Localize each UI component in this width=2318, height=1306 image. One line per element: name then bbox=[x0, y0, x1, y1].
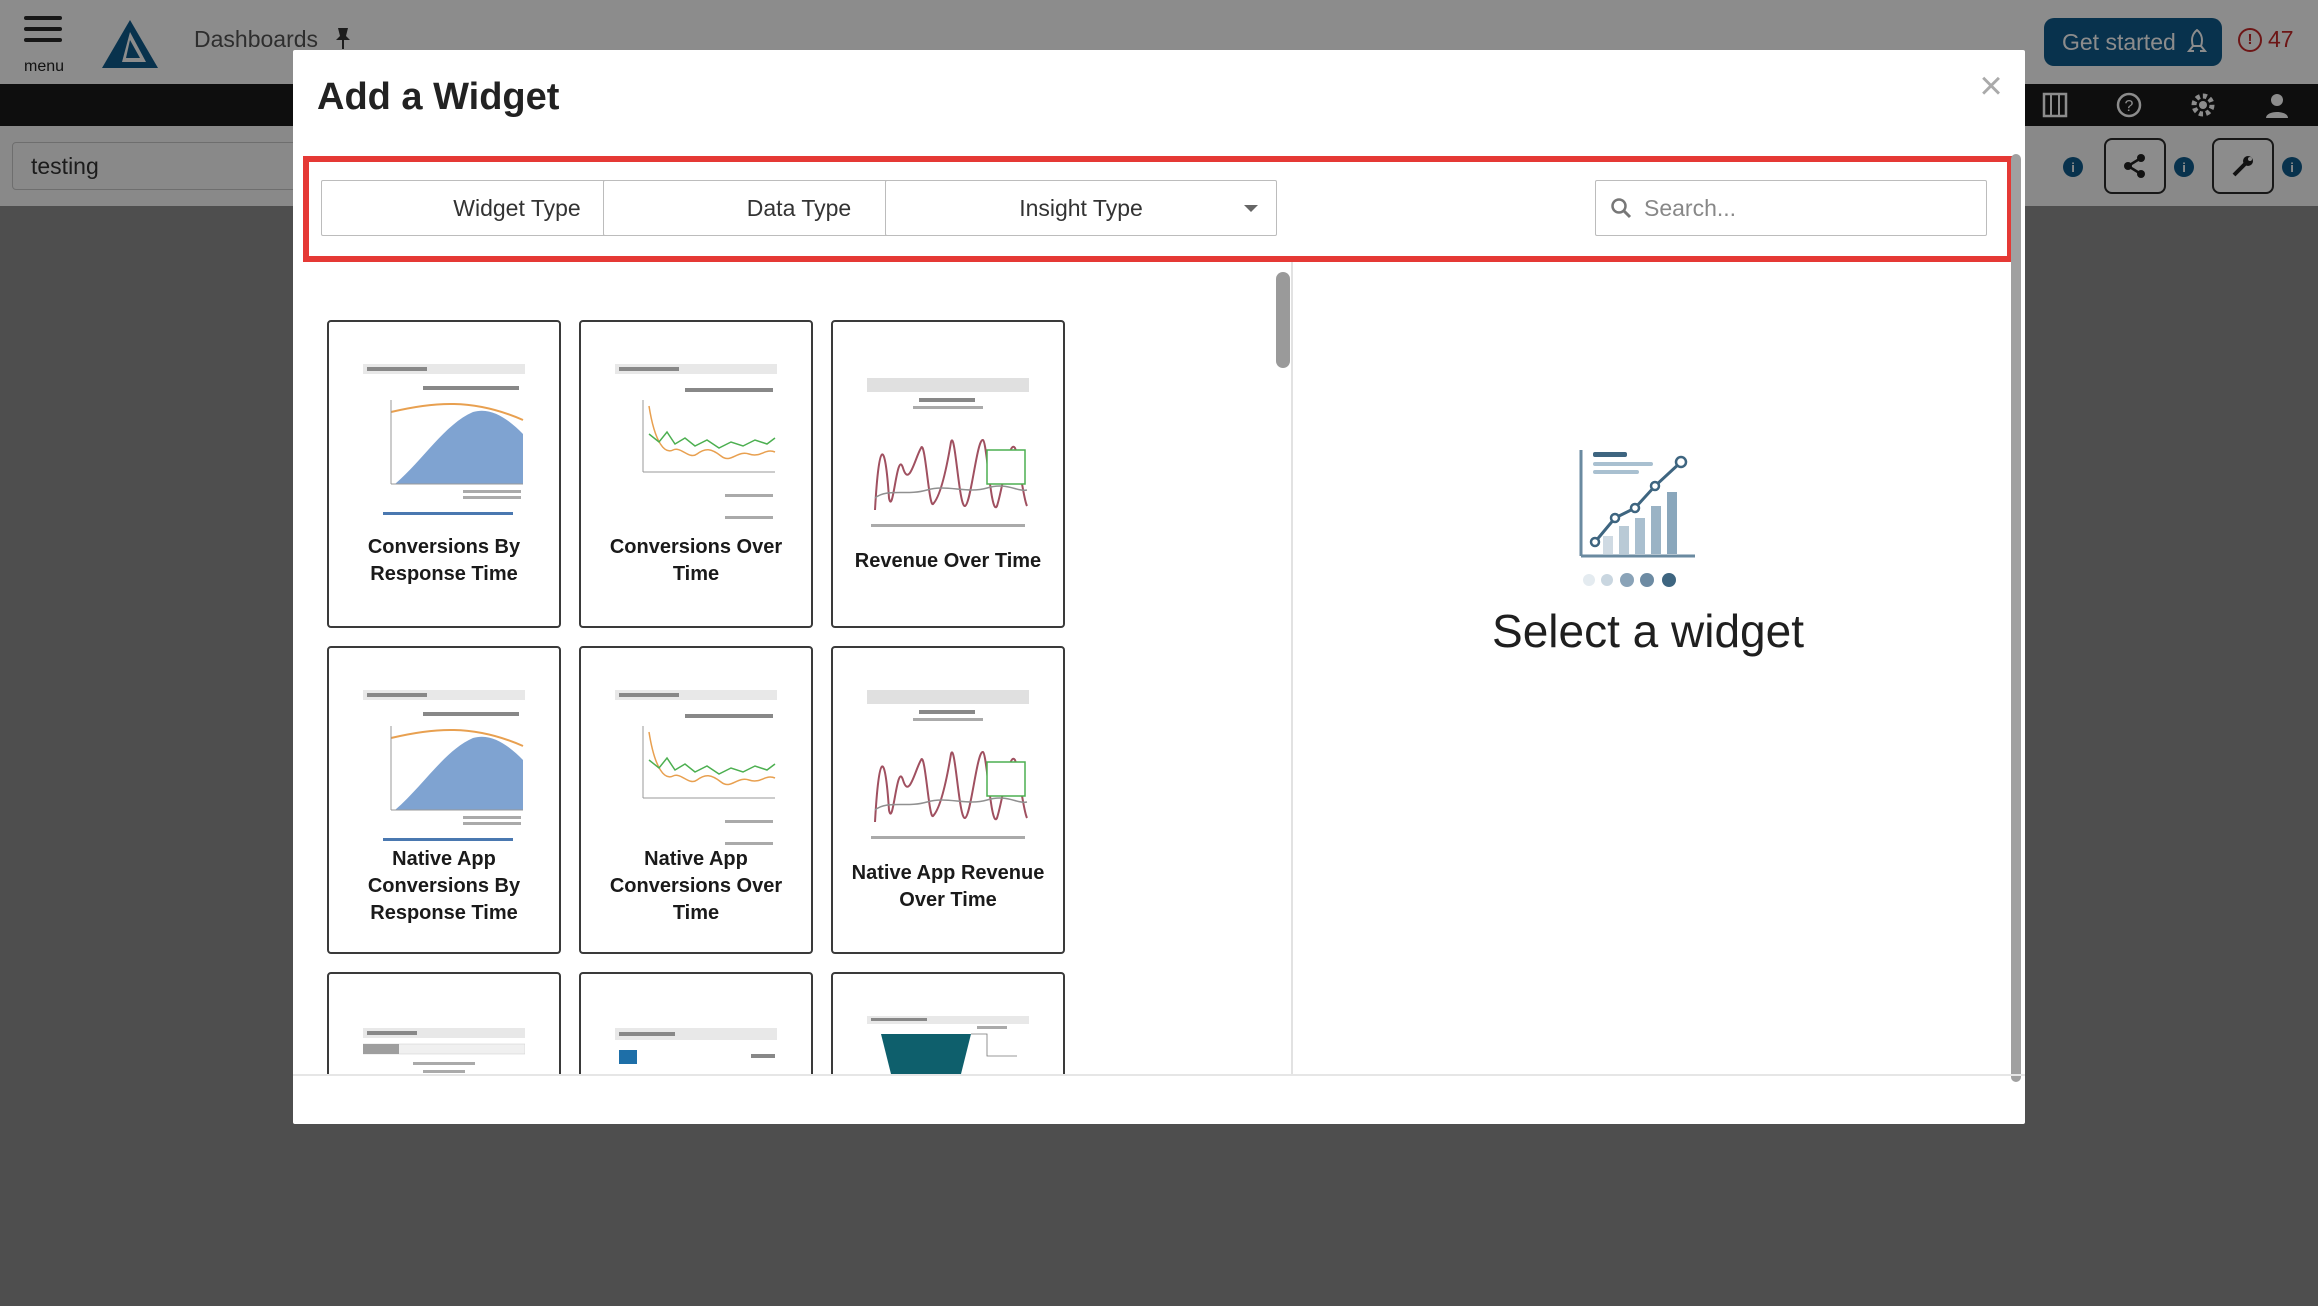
data-type-label: Data Type bbox=[746, 194, 852, 221]
caret-down-icon bbox=[1244, 205, 1258, 212]
search-input[interactable] bbox=[1644, 194, 1964, 222]
widget-card[interactable] bbox=[579, 972, 813, 1074]
widget-card-label: Native App Revenue Over Time bbox=[851, 862, 1045, 911]
modal-scrollbar[interactable] bbox=[2011, 154, 2021, 1082]
widget-card[interactable]: Native App Conversions By Response Time bbox=[327, 646, 561, 954]
campaign-information-thumbnail bbox=[615, 1028, 777, 1074]
widget-card[interactable]: Conversions Over Time bbox=[579, 320, 813, 628]
chart-placeholder-icon bbox=[1579, 450, 1695, 587]
widget-card-label: Native App Conversions Over Time bbox=[609, 848, 783, 924]
widget-card-label: Native App Conversions By Response Time bbox=[367, 848, 521, 924]
revenue-line-thumbnail bbox=[867, 690, 1029, 850]
widget-card[interactable]: Native App Conversions Over Time bbox=[579, 646, 813, 954]
search-icon bbox=[1611, 198, 1632, 219]
widget-type-label: Widget Type bbox=[453, 194, 581, 221]
widget-list[interactable]: Conversions By Response Time Conversions… bbox=[293, 262, 1293, 1074]
widget-card[interactable]: Native App Revenue Over Time bbox=[831, 646, 1065, 954]
select-widget-message: Select a widget bbox=[1492, 605, 1804, 657]
funnel-thumbnail bbox=[867, 1016, 1029, 1074]
insight-type-label: Insight Type bbox=[1019, 194, 1143, 221]
revenue-line-thumbnail bbox=[867, 378, 1029, 538]
widget-card-label: Conversions Over Time bbox=[609, 536, 783, 585]
close-icon[interactable]: × bbox=[1973, 66, 2009, 106]
widget-card[interactable] bbox=[327, 972, 561, 1074]
modal-footer-divider bbox=[293, 1074, 2025, 1076]
widget-list-scrollbar[interactable] bbox=[1276, 272, 1290, 368]
line-chart-thumbnail bbox=[615, 690, 777, 850]
modal-title: Add a Widget bbox=[317, 76, 560, 118]
widget-preview-panel: Select a widget bbox=[1293, 262, 2003, 1074]
widget-card[interactable]: Revenue Over Time bbox=[831, 320, 1065, 628]
insight-type-dropdown[interactable]: Insight Type bbox=[885, 180, 1277, 236]
line-chart-thumbnail bbox=[615, 364, 777, 524]
revenue-opportunity-thumbnail bbox=[363, 1028, 525, 1074]
widget-card[interactable] bbox=[831, 972, 1065, 1074]
area-chart-thumbnail bbox=[363, 364, 525, 524]
widget-card-label: Revenue Over Time bbox=[854, 550, 1042, 572]
search-field[interactable] bbox=[1595, 180, 1987, 236]
widget-card[interactable]: Conversions By Response Time bbox=[327, 320, 561, 628]
filter-bar: Widget Type Data Type Insight Type bbox=[303, 156, 2013, 262]
add-widget-modal: Add a Widget × Widget Type Data Type Ins… bbox=[293, 50, 2025, 1124]
area-chart-thumbnail bbox=[363, 690, 525, 850]
widget-card-label: Conversions By Response Time bbox=[367, 536, 521, 585]
